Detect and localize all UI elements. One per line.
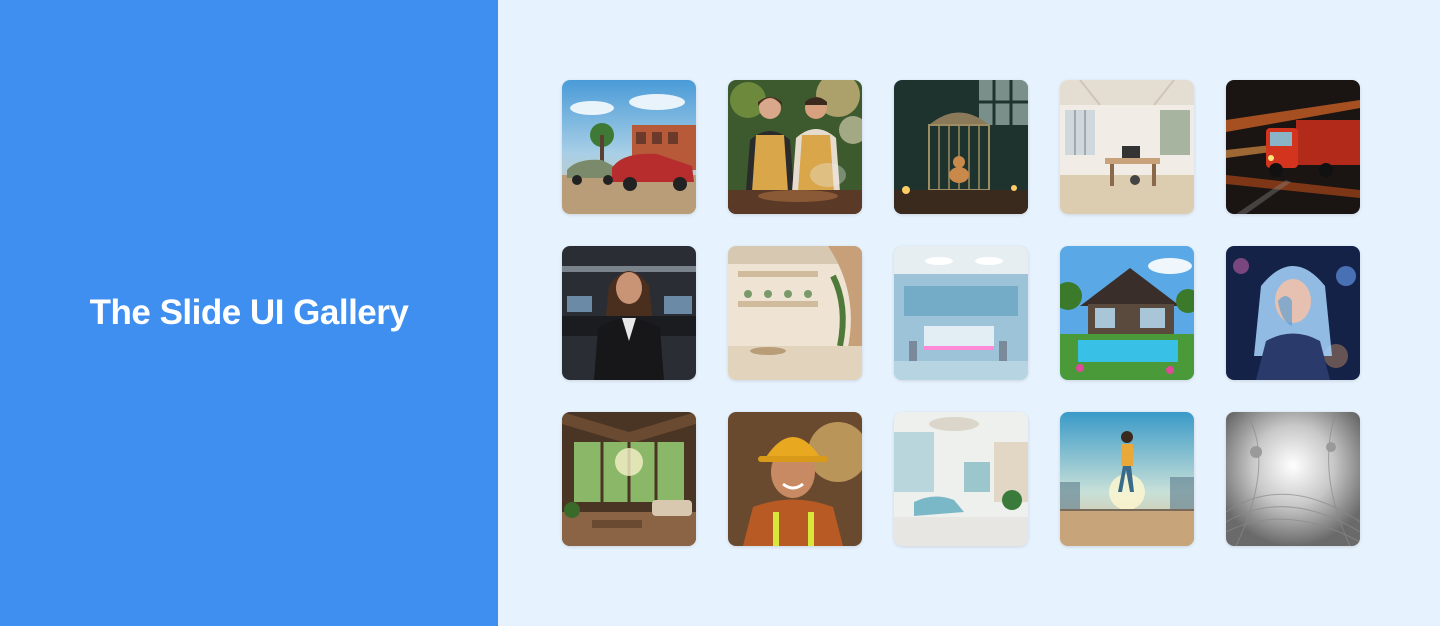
gallery-item-7[interactable] (728, 246, 862, 380)
woman-running-bridge-image (1060, 412, 1194, 546)
image-gallery-grid (562, 80, 1360, 546)
title-panel: The Slide UI Gallery (0, 0, 498, 626)
couple-cooking-outdoors-image (728, 80, 862, 214)
businesswoman-portrait-image (562, 246, 696, 380)
futuristic-lab-interior-image (894, 246, 1028, 380)
dog-in-cage-room-image (894, 80, 1028, 214)
gallery-item-12[interactable] (728, 412, 862, 546)
construction-worker-portrait-image (728, 412, 862, 546)
gallery-item-1[interactable] (562, 80, 696, 214)
modern-house-pool-image (1060, 246, 1194, 380)
gallery-item-13[interactable] (894, 412, 1028, 546)
sunlit-living-room-image (562, 412, 696, 546)
modern-lobby-interior-image (728, 246, 862, 380)
gallery-item-3[interactable] (894, 80, 1028, 214)
bright-loft-office-image (1060, 80, 1194, 214)
gallery-item-14[interactable] (1060, 412, 1194, 546)
speeding-red-truck-image (1226, 80, 1360, 214)
gallery-item-10[interactable] (1226, 246, 1360, 380)
glowing-woman-portrait-image (1226, 246, 1360, 380)
abstract-tech-tunnel-image (1226, 412, 1360, 546)
gallery-item-4[interactable] (1060, 80, 1194, 214)
gallery-item-9[interactable] (1060, 246, 1194, 380)
vintage-cars-street-image (562, 80, 696, 214)
gallery-item-2[interactable] (728, 80, 862, 214)
gallery-panel (498, 0, 1440, 626)
page-title: The Slide UI Gallery (89, 293, 409, 332)
gallery-item-11[interactable] (562, 412, 696, 546)
gallery-item-5[interactable] (1226, 80, 1360, 214)
dental-clinic-interior-image (894, 412, 1028, 546)
gallery-item-8[interactable] (894, 246, 1028, 380)
gallery-item-15[interactable] (1226, 412, 1360, 546)
gallery-item-6[interactable] (562, 246, 696, 380)
